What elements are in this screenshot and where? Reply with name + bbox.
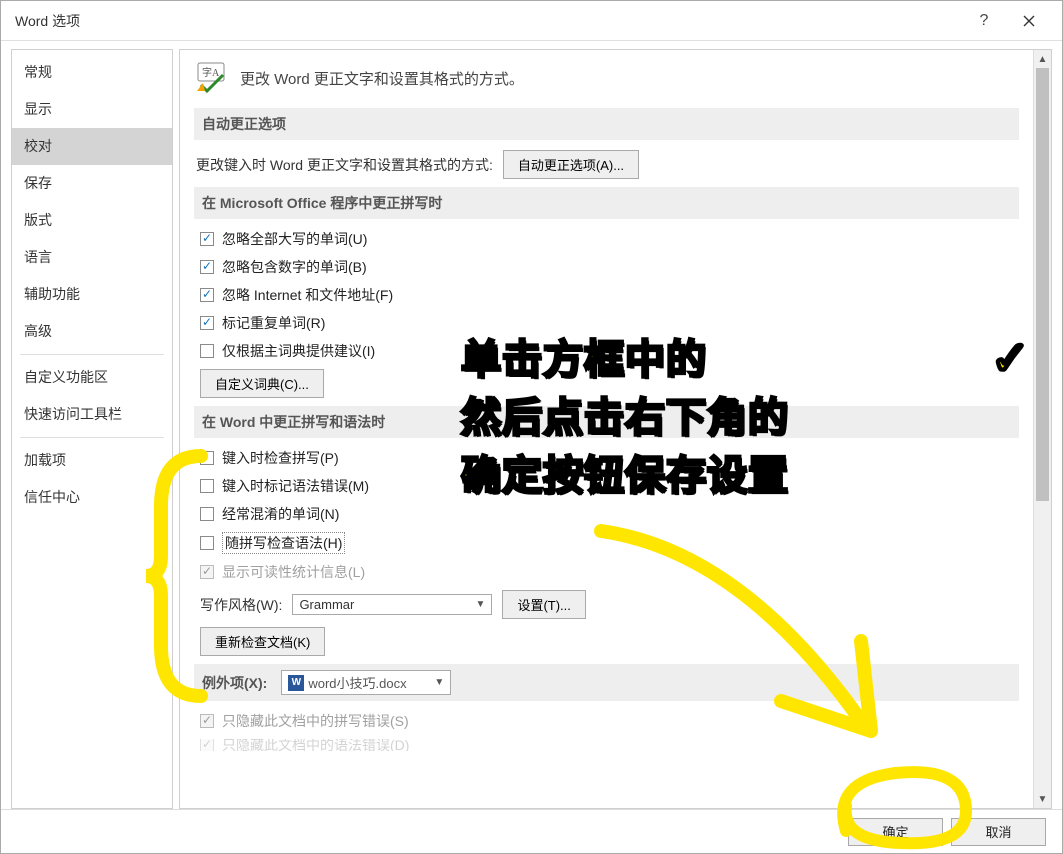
checkbox-label: 仅根据主词典提供建议(I): [222, 341, 375, 361]
checkbox-icon[interactable]: [200, 536, 214, 550]
office-spelling-options: 忽略全部大写的单词(U) 忽略包含数字的单词(B) 忽略 Internet 和文…: [198, 229, 1019, 398]
ok-button[interactable]: 确定: [848, 818, 943, 846]
sidebar-item-quick-access[interactable]: 快速访问工具栏: [12, 396, 172, 433]
sidebar-item-customize-ribbon[interactable]: 自定义功能区: [12, 359, 172, 396]
scroll-up-icon[interactable]: ▲: [1034, 50, 1051, 68]
autocorrect-desc: 更改键入时 Word 更正文字和设置其格式的方式:: [196, 155, 493, 175]
opt-flag-repeated[interactable]: 标记重复单词(R): [200, 313, 1019, 333]
close-button[interactable]: [1006, 1, 1052, 41]
combo-value: Grammar: [299, 597, 354, 612]
custom-dictionaries-button[interactable]: 自定义词典(C)...: [200, 369, 324, 398]
checkbox-label: 只隐藏此文档中的语法错误(D): [222, 739, 409, 751]
sidebar-separator: [20, 437, 164, 438]
checkbox-label: 经常混淆的单词(N): [222, 504, 339, 524]
sidebar: 常规 显示 校对 保存 版式 语言 辅助功能 高级 自定义功能区 快速访问工具栏…: [11, 49, 173, 809]
checkbox-icon: [200, 565, 214, 579]
sidebar-item-language[interactable]: 语言: [12, 239, 172, 276]
combo-value: word小技巧.docx: [308, 673, 406, 692]
checkbox-icon[interactable]: [200, 344, 214, 358]
exceptions-options: 只隐藏此文档中的拼写错误(S) 只隐藏此文档中的语法错误(D): [198, 711, 1019, 751]
sidebar-item-advanced[interactable]: 高级: [12, 313, 172, 350]
scroll-track[interactable]: [1034, 68, 1051, 790]
checkbox-label: 标记重复单词(R): [222, 313, 325, 333]
sidebar-item-save[interactable]: 保存: [12, 165, 172, 202]
opt-hide-grammar-in-doc: 只隐藏此文档中的语法错误(D): [200, 739, 1019, 751]
checkbox-icon[interactable]: [200, 316, 214, 330]
grammar-settings-button[interactable]: 设置(T)...: [502, 590, 585, 619]
scroll-thumb[interactable]: [1036, 68, 1049, 501]
checkbox-label: 忽略包含数字的单词(B): [222, 257, 367, 277]
help-button[interactable]: ?: [972, 12, 996, 30]
checkbox-label: 键入时标记语法错误(M): [222, 476, 369, 496]
dialog-footer: 确定 取消: [1, 809, 1062, 853]
opt-ignore-uppercase[interactable]: 忽略全部大写的单词(U): [200, 229, 1019, 249]
checkbox-icon: [200, 739, 214, 751]
opt-check-grammar-with-spelling[interactable]: 随拼写检查语法(H): [200, 532, 1019, 554]
word-options-window: Word 选项 ? 常规 显示 校对 保存 版式 语言 辅助功能 高级 自定义功…: [0, 0, 1063, 854]
checkbox-icon[interactable]: [200, 451, 214, 465]
section-autocorrect-title: 自动更正选项: [194, 108, 1019, 140]
sidebar-item-display[interactable]: 显示: [12, 91, 172, 128]
opt-check-spelling-typing[interactable]: 键入时检查拼写(P): [200, 448, 1019, 468]
autocorrect-row: 更改键入时 Word 更正文字和设置其格式的方式: 自动更正选项(A)...: [196, 150, 1017, 179]
checkbox-label: 忽略全部大写的单词(U): [222, 229, 367, 249]
window-title: Word 选项: [15, 11, 972, 31]
checkbox-icon[interactable]: [200, 288, 214, 302]
sidebar-item-general[interactable]: 常规: [12, 54, 172, 91]
content-wrap: 字A 更改 Word 更正文字和设置其格式的方式。 自动更正选项 更改键入时 W…: [179, 49, 1052, 809]
cancel-button[interactable]: 取消: [951, 818, 1046, 846]
opt-ignore-numbers[interactable]: 忽略包含数字的单词(B): [200, 257, 1019, 277]
section-office-spelling-title: 在 Microsoft Office 程序中更正拼写时: [194, 187, 1019, 219]
checkbox-label: 键入时检查拼写(P): [222, 448, 339, 468]
sidebar-item-addins[interactable]: 加载项: [12, 442, 172, 479]
titlebar: Word 选项 ?: [1, 1, 1062, 41]
sidebar-item-layout[interactable]: 版式: [12, 202, 172, 239]
opt-readability-stats: 显示可读性统计信息(L): [200, 562, 1019, 582]
page-header-text: 更改 Word 更正文字和设置其格式的方式。: [240, 68, 524, 89]
sidebar-item-trust-center[interactable]: 信任中心: [12, 479, 172, 516]
autocorrect-options-button[interactable]: 自动更正选项(A)...: [503, 150, 639, 179]
proofing-icon: 字A: [194, 60, 230, 96]
chevron-down-icon: ▼: [434, 677, 444, 688]
checkbox-icon[interactable]: [200, 260, 214, 274]
exceptions-label: 例外项(X):: [202, 673, 267, 693]
sidebar-item-proofing[interactable]: 校对: [12, 128, 172, 165]
checkbox-icon[interactable]: [200, 507, 214, 521]
vertical-scrollbar[interactable]: ▲ ▼: [1033, 50, 1051, 808]
word-doc-icon: W: [288, 675, 304, 691]
section-word-spelling-title: 在 Word 中更正拼写和语法时: [194, 406, 1019, 438]
checkbox-label: 只隐藏此文档中的拼写错误(S): [222, 711, 409, 731]
checkbox-label: 显示可读性统计信息(L): [222, 562, 365, 582]
content: 字A 更改 Word 更正文字和设置其格式的方式。 自动更正选项 更改键入时 W…: [180, 50, 1033, 808]
checkbox-icon: [200, 714, 214, 728]
writing-style-combo[interactable]: Grammar ▼: [292, 594, 492, 615]
page-header: 字A 更改 Word 更正文字和设置其格式的方式。: [194, 60, 1019, 96]
scroll-down-icon[interactable]: ▼: [1034, 790, 1051, 808]
checkbox-label: 随拼写检查语法(H): [222, 532, 345, 554]
dialog-body: 常规 显示 校对 保存 版式 语言 辅助功能 高级 自定义功能区 快速访问工具栏…: [1, 41, 1062, 809]
checkbox-label: 忽略 Internet 和文件地址(F): [222, 285, 393, 305]
chevron-down-icon: ▼: [476, 599, 486, 610]
checkbox-icon[interactable]: [200, 479, 214, 493]
sidebar-item-accessibility[interactable]: 辅助功能: [12, 276, 172, 313]
writing-style-label: 写作风格(W):: [200, 595, 282, 615]
word-spelling-options: 键入时检查拼写(P) 键入时标记语法错误(M) 经常混淆的单词(N) 随拼写检查…: [198, 448, 1019, 656]
svg-text:字A: 字A: [202, 66, 220, 79]
opt-main-dict-only[interactable]: 仅根据主词典提供建议(I): [200, 341, 1019, 361]
opt-confused-words[interactable]: 经常混淆的单词(N): [200, 504, 1019, 524]
close-icon: [1023, 15, 1035, 27]
opt-hide-spelling-in-doc: 只隐藏此文档中的拼写错误(S): [200, 711, 1019, 731]
recheck-document-button[interactable]: 重新检查文档(K): [200, 627, 325, 656]
opt-mark-grammar-typing[interactable]: 键入时标记语法错误(M): [200, 476, 1019, 496]
exceptions-doc-combo[interactable]: W word小技巧.docx ▼: [281, 670, 451, 695]
opt-ignore-internet[interactable]: 忽略 Internet 和文件地址(F): [200, 285, 1019, 305]
checkbox-icon[interactable]: [200, 232, 214, 246]
section-exceptions-title: 例外项(X): W word小技巧.docx ▼: [194, 664, 1019, 701]
sidebar-separator: [20, 354, 164, 355]
